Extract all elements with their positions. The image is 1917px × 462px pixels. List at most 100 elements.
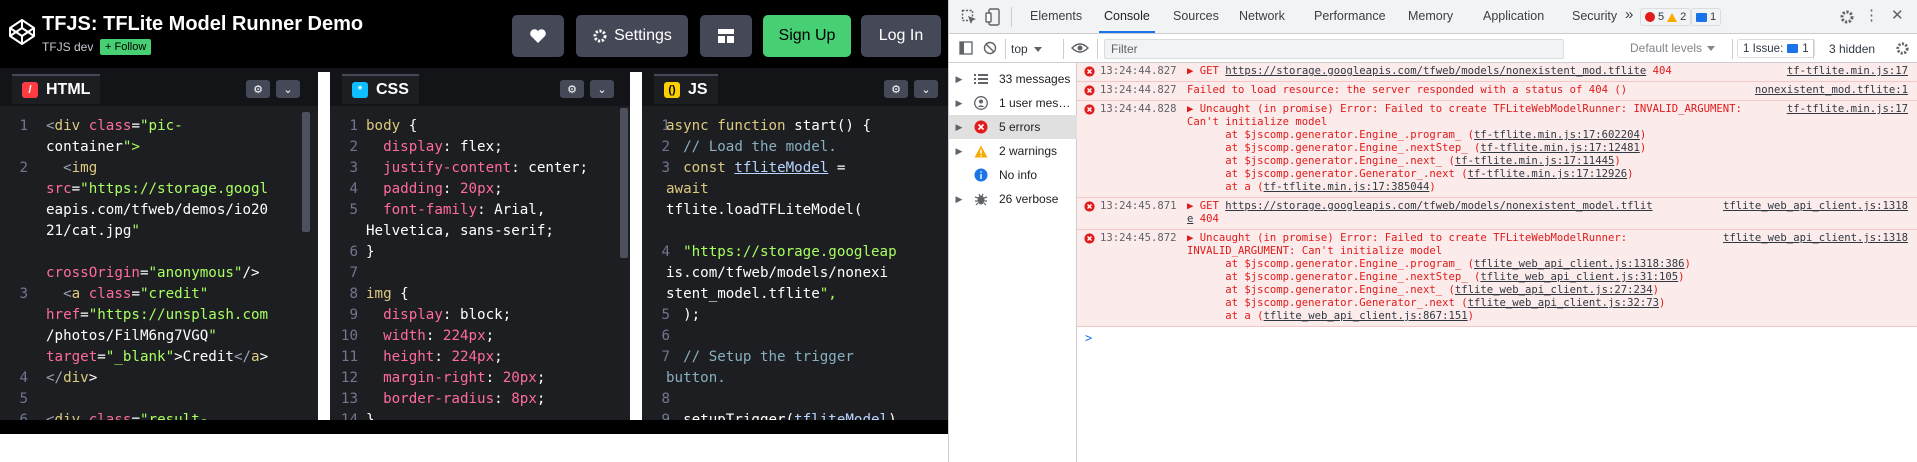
user-icon bbox=[969, 96, 993, 110]
message-timestamp: 13:24:44.827 bbox=[1100, 84, 1177, 96]
console-error-message[interactable]: 13:24:44.827 Failed to load resource: the… bbox=[1077, 82, 1917, 101]
js-editor-panel: () JS ⚙ ⌄ 1 async function start() {2 // … bbox=[642, 72, 948, 420]
stack-link[interactable]: tflite_web_api_client.js:32:73 bbox=[1468, 297, 1659, 309]
css-scrollbar[interactable] bbox=[620, 108, 628, 258]
inspect-element-icon[interactable] bbox=[961, 9, 977, 25]
expand-arrow-icon[interactable]: ▶ bbox=[949, 194, 969, 205]
stack-link[interactable]: tflite_web_api_client.js:1318:386 bbox=[1474, 258, 1684, 270]
expand-arrow-icon[interactable]: ▶ bbox=[949, 146, 969, 157]
clear-console-icon[interactable] bbox=[983, 41, 997, 55]
css-tab[interactable]: * CSS bbox=[342, 74, 419, 104]
css-settings-button[interactable]: ⚙ bbox=[560, 80, 584, 98]
html-scrollbar[interactable] bbox=[302, 112, 310, 232]
change-view-button[interactable] bbox=[700, 15, 752, 57]
device-toolbar-icon[interactable] bbox=[985, 8, 1001, 26]
message-text: ▶ GET https://storage.googleapis.com/tfw… bbox=[1187, 200, 1653, 225]
stack-link[interactable]: tf-tflite.min.js:17:602204 bbox=[1474, 129, 1640, 141]
message-source-link[interactable]: tflite_web_api_client.js:1318 bbox=[1723, 232, 1908, 245]
gear-icon[interactable] bbox=[1895, 41, 1910, 56]
stack-link[interactable]: tflite_web_api_client.js:27:234 bbox=[1455, 284, 1653, 296]
status-counts[interactable]: 5 2 bbox=[1640, 8, 1692, 26]
tab-memory[interactable]: Memory bbox=[1408, 9, 1453, 23]
js-tab[interactable]: () JS bbox=[654, 74, 718, 104]
more-tabs-button[interactable]: » bbox=[1625, 6, 1633, 23]
sidebar-item-messages[interactable]: ▶ 33 messages bbox=[949, 67, 1077, 91]
message-text: ▶ GET https://storage.googleapis.com/tfw… bbox=[1187, 65, 1672, 77]
close-icon[interactable]: ✕ bbox=[1891, 6, 1904, 24]
stack-link[interactable]: tflite_web_api_client.js:867:151 bbox=[1264, 310, 1468, 322]
code-line: /photos/FilM6ng7VGQ" bbox=[46, 328, 217, 344]
stack-link[interactable]: tf-tflite.min.js:17:385044 bbox=[1264, 181, 1430, 193]
gear-icon: ⚙ bbox=[253, 83, 263, 96]
sidebar-item-warnings[interactable]: ▶ 2 warnings bbox=[949, 139, 1077, 163]
settings-button[interactable]: Settings bbox=[576, 15, 688, 57]
code-line: </div> bbox=[46, 370, 98, 386]
message-timestamp: 13:24:44.827 bbox=[1100, 65, 1177, 77]
line-number: 7 bbox=[349, 265, 358, 281]
stack-link[interactable]: tf-tflite.min.js:17:12926 bbox=[1468, 168, 1627, 180]
follow-button[interactable]: + Follow bbox=[100, 39, 152, 55]
issues-count: 1 bbox=[1802, 42, 1809, 55]
eye-icon[interactable] bbox=[1071, 42, 1089, 54]
filter-input[interactable]: Filter bbox=[1104, 39, 1564, 59]
js-settings-button[interactable]: ⚙ bbox=[884, 80, 908, 98]
stack-link[interactable]: tflite_web_api_client.js:31:105 bbox=[1480, 271, 1678, 283]
login-button[interactable]: Log In bbox=[861, 15, 941, 57]
issues-button[interactable]: 1 Issue: 1 bbox=[1737, 39, 1815, 58]
heart-button[interactable] bbox=[512, 15, 564, 57]
console-prompt[interactable]: > bbox=[1085, 331, 1092, 345]
css-code[interactable]: 1 body {2 display: flex; 3 justify-content… bbox=[330, 108, 630, 420]
stack-link[interactable]: tf-tflite.min.js:17:12481 bbox=[1480, 142, 1639, 154]
message-source-link[interactable]: tflite_web_api_client.js:1318 bbox=[1723, 200, 1908, 213]
js-tab-label: JS bbox=[688, 81, 708, 98]
pen-author[interactable]: TFJS dev bbox=[42, 40, 93, 54]
stack-link[interactable]: https://storage.googleapis.com/tfweb/mod… bbox=[1225, 65, 1646, 77]
signup-button[interactable]: Sign Up bbox=[763, 15, 851, 57]
message-source-link[interactable]: nonexistent_mod.tflite:1 bbox=[1755, 84, 1908, 97]
sidebar-item-verbose[interactable]: ▶ 26 verbose bbox=[949, 187, 1077, 211]
sidebar-item-label: 2 warnings bbox=[999, 144, 1058, 158]
sidebar-item-errors[interactable]: ▶ 5 errors bbox=[949, 115, 1077, 139]
message-source-link[interactable]: tf-tflite.min.js:17 bbox=[1787, 65, 1908, 78]
console-error-message[interactable]: 13:24:45.871 ▶ GET https://storage.google… bbox=[1077, 198, 1917, 230]
tab-network[interactable]: Network bbox=[1239, 9, 1285, 23]
codepen-logo-icon[interactable] bbox=[8, 18, 36, 46]
stack-link[interactable]: tf-tflite.min.js:17:11445 bbox=[1455, 155, 1614, 167]
expand-arrow-icon[interactable]: ▶ bbox=[949, 98, 969, 109]
js-code[interactable]: 1 async function start() {2 // Load the m… bbox=[642, 108, 948, 420]
log-levels-dropdown[interactable]: Default levels bbox=[1630, 41, 1716, 55]
console-error-message[interactable]: 13:24:44.827 ▶ GET https://storage.google… bbox=[1077, 63, 1917, 82]
stack-link[interactable]: https://storage.googleapis.com/tfweb/mod… bbox=[1225, 200, 1652, 212]
tab-performance[interactable]: Performance bbox=[1314, 9, 1386, 23]
css-collapse-button[interactable]: ⌄ bbox=[590, 80, 614, 98]
tab-sources[interactable]: Sources bbox=[1173, 9, 1219, 23]
expand-arrow-icon[interactable]: ▶ bbox=[949, 122, 969, 133]
line-number: 8 bbox=[661, 391, 670, 407]
sidebar-item-label: No info bbox=[999, 168, 1038, 182]
html-tab[interactable]: / HTML bbox=[12, 74, 101, 104]
sidebar-item-info[interactable]: No info bbox=[949, 163, 1077, 187]
tab-console[interactable]: Console bbox=[1104, 9, 1150, 23]
tab-security[interactable]: Security bbox=[1572, 9, 1617, 23]
message-source-link[interactable]: tf-tflite.min.js:17 bbox=[1787, 103, 1908, 116]
list-icon bbox=[969, 73, 993, 85]
code-line: justify-content: center; bbox=[383, 160, 589, 176]
html-settings-button[interactable]: ⚙ bbox=[246, 80, 270, 98]
tab-application[interactable]: Application bbox=[1483, 9, 1544, 23]
context-selector[interactable]: top bbox=[1011, 39, 1042, 59]
error-icon bbox=[1084, 66, 1095, 81]
tab-elements[interactable]: Elements bbox=[1030, 9, 1082, 23]
expand-arrow-icon[interactable]: ▶ bbox=[949, 74, 969, 85]
sidebar-item-user[interactable]: ▶ 1 user mes… bbox=[949, 91, 1077, 115]
html-code[interactable]: 1 <div class="pic-container"> 2 <img src="h… bbox=[0, 108, 318, 420]
gear-icon[interactable] bbox=[1839, 9, 1855, 25]
console-error-message[interactable]: 13:24:44.828 ▶ Uncaught (in promise) Erro… bbox=[1077, 101, 1917, 198]
error-icon bbox=[1084, 104, 1095, 119]
html-collapse-button[interactable]: ⌄ bbox=[276, 80, 300, 98]
console-error-message[interactable]: 13:24:45.872 ▶ Uncaught (in promise) Erro… bbox=[1077, 230, 1917, 327]
kebab-menu-icon[interactable]: ⋮ bbox=[1864, 6, 1879, 24]
sidebar-toggle-icon[interactable] bbox=[959, 41, 973, 55]
js-collapse-button[interactable]: ⌄ bbox=[914, 80, 938, 98]
info-counts[interactable]: 1 bbox=[1691, 8, 1722, 26]
message-timestamp: 13:24:45.871 bbox=[1100, 200, 1177, 212]
